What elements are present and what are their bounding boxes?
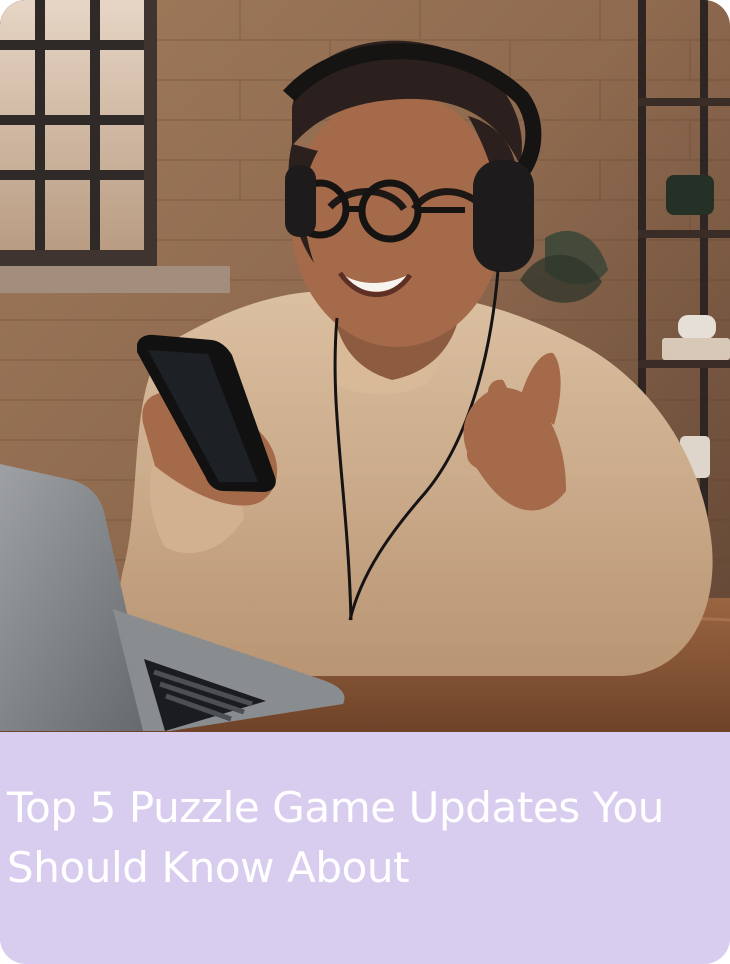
article-card[interactable]: Top 5 Puzzle Game Updates You Should Kno… bbox=[0, 0, 730, 964]
article-title[interactable]: Top 5 Puzzle Game Updates You Should Kno… bbox=[7, 778, 717, 898]
article-hero-image[interactable] bbox=[0, 0, 730, 732]
hero-photo bbox=[0, 0, 730, 732]
